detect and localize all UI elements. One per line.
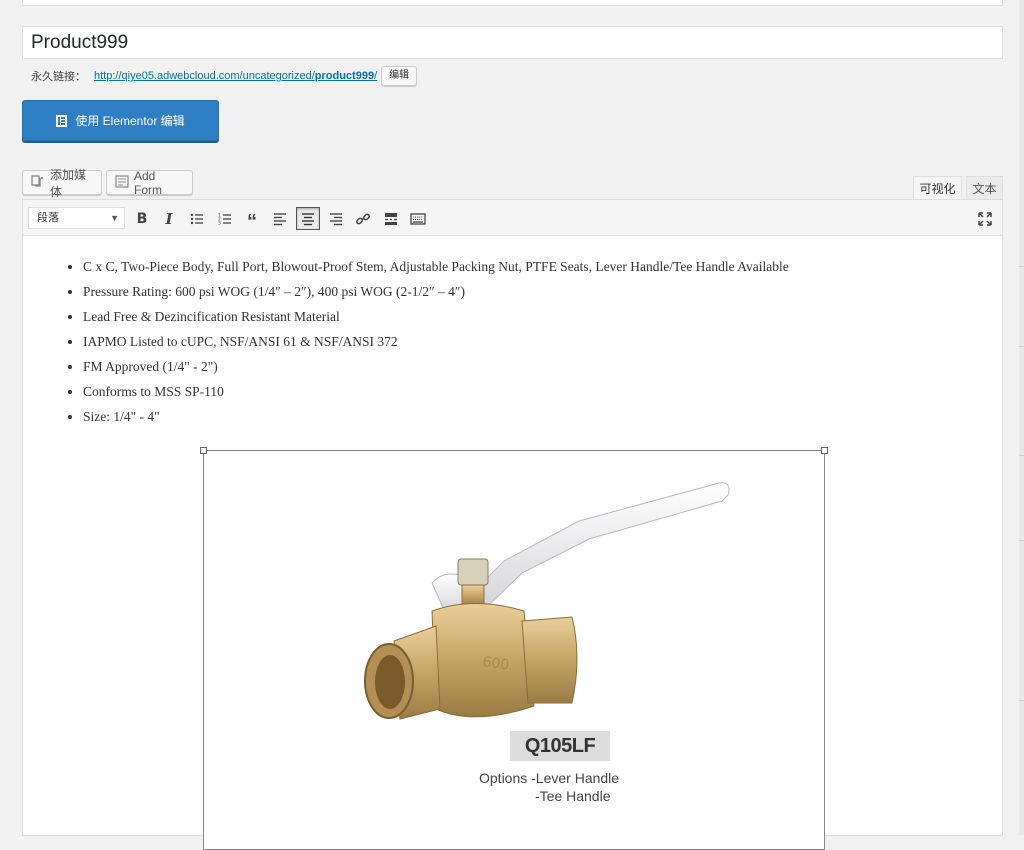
ball-valve-illustration: 600 [364, 482, 730, 720]
list-item: IAPMO Listed to cUPC, NSF/ANSI 61 & NSF/… [83, 329, 789, 354]
tab-visual[interactable]: 可视化 [913, 176, 962, 199]
post-title-input[interactable]: Product999 [22, 26, 1003, 59]
edit-slug-button[interactable]: 编辑 [381, 66, 418, 86]
list-item: C x C, Two-Piece Body, Full Port, Blowou… [83, 254, 789, 279]
tab-text[interactable]: 文本 [966, 176, 1003, 199]
right-sidebar-edge [1019, 0, 1024, 835]
permalink-link[interactable]: http://qiye05.adwebcloud.com/uncategoriz… [94, 70, 377, 82]
options-line-2: -Tee Handle [535, 788, 611, 804]
feature-list: C x C, Two-Piece Body, Full Port, Blowou… [67, 254, 789, 429]
chevron-down-icon: ▼ [110, 213, 119, 223]
edit-with-elementor-button[interactable]: 使用 Elementor 编辑 [22, 100, 219, 141]
svg-text:3: 3 [218, 220, 221, 226]
read-more-icon[interactable] [379, 207, 403, 230]
toolbar-toggle-icon[interactable] [406, 207, 430, 230]
model-label: Q105LF [510, 731, 610, 761]
align-right-icon[interactable] [324, 207, 348, 230]
list-item: Conforms to MSS SP-110 [83, 379, 789, 404]
permalink-row: 永久链接： http://qiye05.adwebcloud.com/uncat… [31, 66, 418, 86]
fullscreen-icon[interactable] [973, 207, 997, 230]
link-icon[interactable] [351, 207, 375, 230]
elementor-button-label: 使用 Elementor 编辑 [75, 114, 185, 128]
align-left-icon[interactable] [268, 207, 292, 230]
editor-content-area[interactable]: C x C, Two-Piece Body, Full Port, Blowou… [22, 236, 1003, 850]
italic-icon[interactable]: I [157, 207, 181, 230]
form-icon [115, 174, 129, 191]
options-line-1: Options -Lever Handle [479, 770, 620, 786]
media-icon [31, 174, 45, 191]
list-item: FM Approved (1/4" - 2") [83, 354, 789, 379]
align-center-icon[interactable] [296, 207, 320, 230]
format-select-value: 段落 [37, 212, 59, 224]
add-media-label: 添加媒体 [50, 167, 87, 199]
bullet-list-icon[interactable] [185, 207, 209, 230]
bold-icon[interactable]: B [130, 207, 154, 230]
top-panel-edge [22, 0, 1003, 6]
elementor-icon [56, 114, 68, 127]
list-item: Size: 1/4" - 4" [83, 404, 789, 429]
list-item: Lead Free & Dezincification Resistant Ma… [83, 304, 789, 329]
add-form-button[interactable]: Add Form [106, 168, 193, 197]
add-media-button[interactable]: 添加媒体 [22, 168, 102, 199]
blockquote-icon[interactable]: “ [240, 207, 264, 232]
add-form-label: Add Form [134, 168, 162, 197]
numbered-list-icon[interactable]: 123 [213, 207, 237, 230]
product-image[interactable]: 600 Q105LF Options -Lever Handle -Tee Ha… [200, 447, 828, 850]
editor-toolbar: 段落 ▼ B I 123 “ [22, 199, 1003, 236]
permalink-label: 永久链接： [31, 71, 86, 83]
list-item: Pressure Rating: 600 psi WOG (1/4″ – 2″)… [83, 279, 789, 304]
format-select[interactable]: 段落 ▼ [28, 207, 125, 229]
